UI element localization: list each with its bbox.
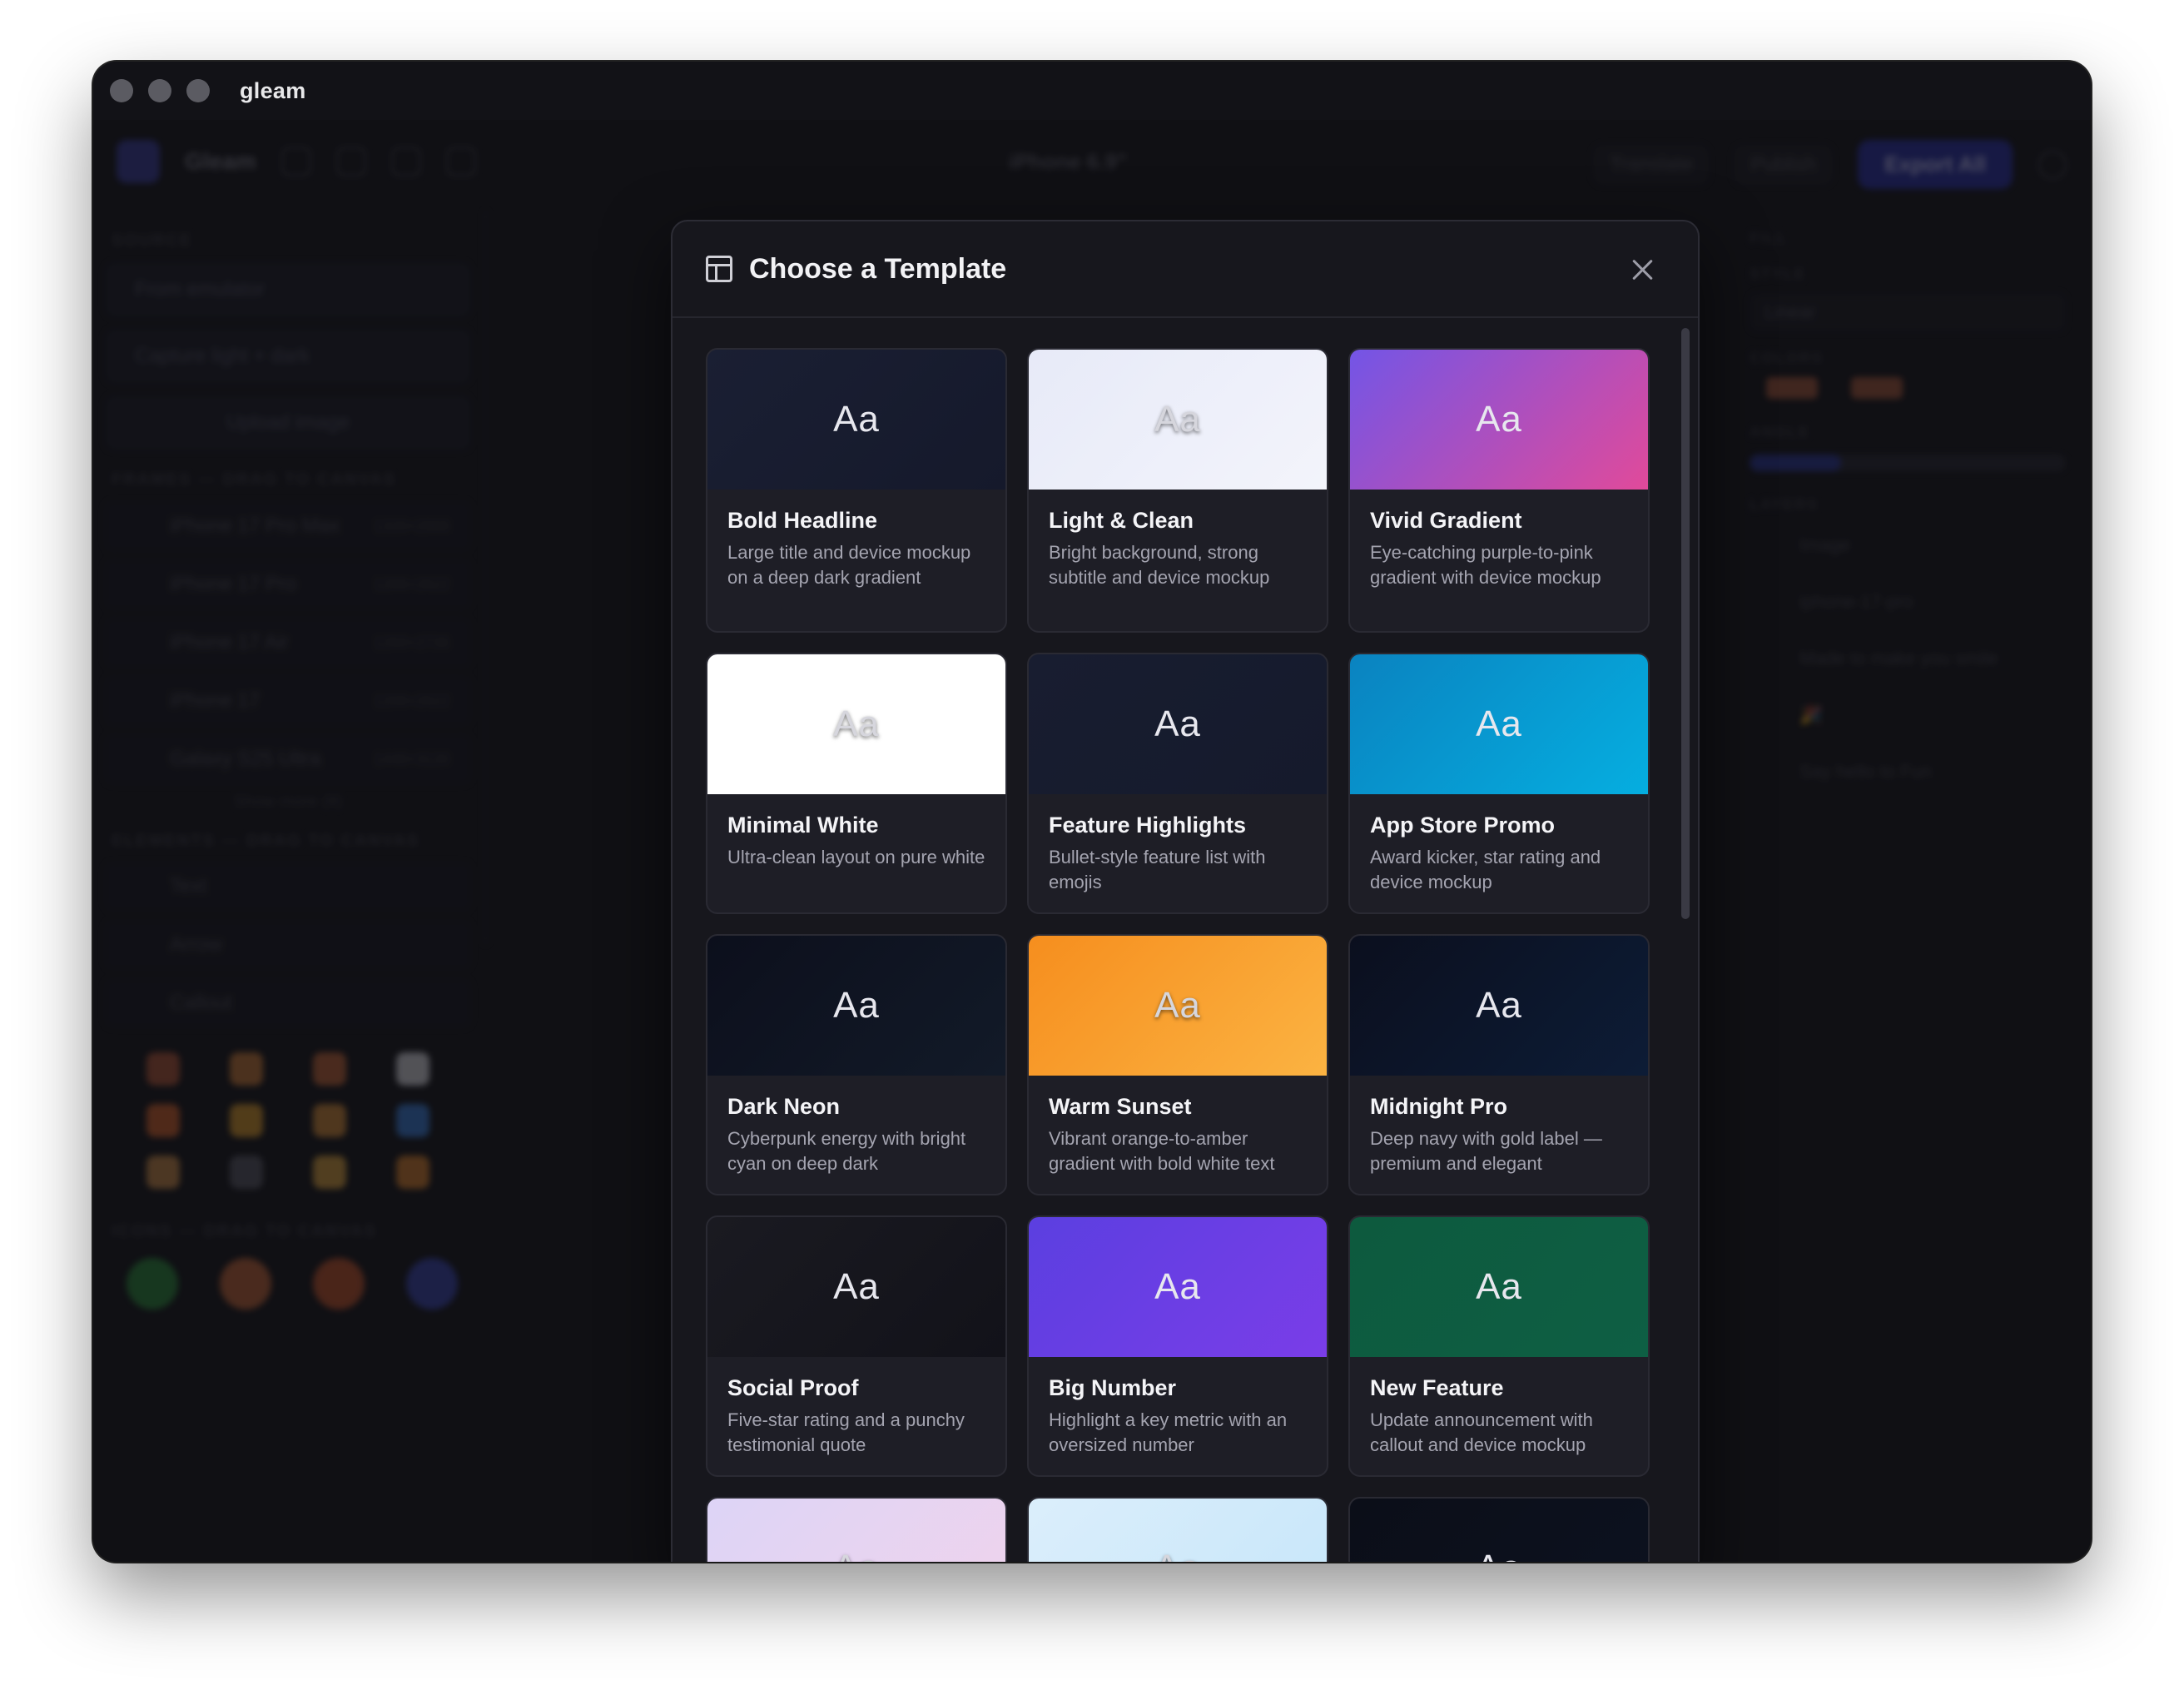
template-name: Dark Neon	[727, 1094, 841, 1119]
title-bar: gleam	[93, 62, 2091, 120]
template-info: Feature Highlights Bullet-style feature l…	[1029, 794, 1327, 912]
template-info: Light & Clean Bright background, strong s…	[1029, 490, 1327, 610]
template-preview-text: Aa	[1476, 985, 1522, 1026]
template-card[interactable]: Aa Feature Highlights Bullet-style feature…	[1027, 653, 1328, 914]
template-description: Highlight a key metric with an oversized…	[1049, 1409, 1288, 1455]
template-name: Feature Highlights	[1049, 813, 1247, 838]
template-info: Social Proof Five-star rating and a punch…	[707, 1357, 1005, 1475]
template-info: Dark Neon Cyberpunk energy with bright cy…	[707, 1076, 1005, 1194]
window-controls	[110, 79, 210, 102]
template-description: Bright background, strong subtitle and d…	[1049, 542, 1270, 588]
template-list[interactable]: Aa Bold Headline Large title and device mo…	[673, 320, 1698, 1562]
template-preview-text: Aa	[1154, 399, 1201, 440]
template-name: Minimal White	[727, 813, 879, 838]
template-preview-text: Aa	[1476, 703, 1522, 744]
template-preview-text: Aa	[1154, 985, 1201, 1026]
close-window-button[interactable]	[110, 79, 133, 102]
template-preview: Aa	[707, 936, 1005, 1076]
template-description: Large title and device mockup on a deep …	[727, 542, 971, 588]
template-card[interactable]: Aa	[1348, 1497, 1650, 1562]
template-preview-text: Aa	[833, 1266, 880, 1307]
template-preview-text: Aa	[833, 1548, 880, 1562]
template-preview-text: Aa	[1476, 399, 1522, 440]
template-name: Bold Headline	[727, 508, 878, 533]
template-description: Deep navy with gold label — premium and …	[1370, 1128, 1602, 1174]
template-info: Minimal White Ultra-clean layout on pure …	[707, 794, 1005, 890]
template-description: Ultra-clean layout on pure white	[727, 847, 985, 867]
template-preview: Aa	[1350, 654, 1648, 794]
template-description: Five-star rating and a punchy testimonia…	[727, 1409, 965, 1455]
template-preview-text: Aa	[833, 703, 880, 744]
template-info: Bold Headline Large title and device mock…	[707, 490, 1005, 610]
template-description: Eye-catching purple-to-pink gradient wit…	[1370, 542, 1601, 588]
app-window: gleam Gleam iPhone 6.9" Translate Publis…	[93, 62, 2091, 1562]
template-name: Light & Clean	[1049, 508, 1194, 533]
template-preview: Aa	[1350, 936, 1648, 1076]
template-preview: Aa	[1350, 1217, 1648, 1357]
dialog-header: Choose a Template	[673, 221, 1698, 318]
template-info: App Store Promo Award kicker, star rating…	[1350, 794, 1648, 912]
maximize-window-button[interactable]	[186, 79, 210, 102]
template-description: Bullet-style feature list with emojis	[1049, 847, 1266, 892]
template-card[interactable]: Aa Vivid Gradient Eye-catching purple-to-p…	[1348, 348, 1650, 633]
template-preview: Aa	[1029, 654, 1327, 794]
template-preview-text: Aa	[1154, 703, 1201, 744]
template-card[interactable]: Aa New Feature Update announcement with ca…	[1348, 1215, 1650, 1477]
template-description: Cyberpunk energy with bright cyan on dee…	[727, 1128, 966, 1174]
template-preview: Aa	[1350, 350, 1648, 490]
template-preview: Aa	[707, 654, 1005, 794]
dialog-title: Choose a Template	[749, 252, 1007, 285]
template-preview: Aa	[1029, 1499, 1327, 1562]
template-dialog: Choose a Template Aa Bold Headline Large t…	[671, 220, 1700, 1562]
close-icon[interactable]	[1631, 258, 1655, 281]
template-info: New Feature Update announcement with call…	[1350, 1357, 1648, 1475]
template-card[interactable]: Aa Warm Sunset Vibrant orange-to-amber gra…	[1027, 934, 1328, 1195]
template-preview-text: Aa	[833, 399, 880, 440]
template-card[interactable]: Aa Midnight Pro Deep navy with gold label …	[1348, 934, 1650, 1195]
template-preview: Aa	[1029, 350, 1327, 490]
template-preview-text: Aa	[1476, 1548, 1522, 1562]
template-preview-text: Aa	[1476, 1266, 1522, 1307]
template-card[interactable]: Aa Minimal White Ultra-clean layout on pur…	[706, 653, 1007, 914]
template-preview-text: Aa	[1154, 1266, 1201, 1307]
template-card[interactable]: Aa Bold Headline Large title and device mo…	[706, 348, 1007, 633]
template-preview: Aa	[707, 1499, 1005, 1562]
template-grid: Aa Bold Headline Large title and device mo…	[706, 348, 1650, 1562]
template-name: Vivid Gradient	[1370, 508, 1522, 533]
template-name: Warm Sunset	[1049, 1094, 1192, 1119]
scrollbar[interactable]	[1681, 328, 1690, 919]
template-info: Vivid Gradient Eye-catching purple-to-pin…	[1350, 490, 1648, 610]
layout-template-icon	[706, 256, 732, 282]
template-preview: Aa	[1029, 936, 1327, 1076]
template-card[interactable]: Aa Light & Clean Bright background, strong…	[1027, 348, 1328, 633]
template-card[interactable]: Aa App Store Promo Award kicker, star rati…	[1348, 653, 1650, 914]
template-preview-text: Aa	[833, 985, 880, 1026]
template-card[interactable]: Aa	[1027, 1497, 1328, 1562]
minimize-window-button[interactable]	[148, 79, 171, 102]
template-name: Big Number	[1049, 1375, 1177, 1400]
template-card[interactable]: Aa Big Number Highlight a key metric with …	[1027, 1215, 1328, 1477]
template-preview-text: Aa	[1154, 1548, 1201, 1562]
template-name: App Store Promo	[1370, 813, 1556, 838]
template-info: Warm Sunset Vibrant orange-to-amber gradi…	[1029, 1076, 1327, 1194]
template-info: Big Number Highlight a key metric with an…	[1029, 1357, 1327, 1475]
template-description: Award kicker, star rating and device moc…	[1370, 847, 1601, 892]
template-card[interactable]: Aa	[706, 1497, 1007, 1562]
template-preview: Aa	[1029, 1217, 1327, 1357]
template-description: Update announcement with callout and dev…	[1370, 1409, 1593, 1455]
app-title: gleam	[240, 77, 306, 103]
template-preview: Aa	[707, 1217, 1005, 1357]
template-name: New Feature	[1370, 1375, 1504, 1400]
template-name: Midnight Pro	[1370, 1094, 1507, 1119]
template-card[interactable]: Aa Social Proof Five-star rating and a pun…	[706, 1215, 1007, 1477]
template-info: Midnight Pro Deep navy with gold label — …	[1350, 1076, 1648, 1194]
template-description: Vibrant orange-to-amber gradient with bo…	[1049, 1128, 1275, 1174]
template-preview: Aa	[707, 350, 1005, 490]
template-preview: Aa	[1350, 1499, 1648, 1562]
template-card[interactable]: Aa Dark Neon Cyberpunk energy with bright …	[706, 934, 1007, 1195]
template-name: Social Proof	[727, 1375, 859, 1400]
